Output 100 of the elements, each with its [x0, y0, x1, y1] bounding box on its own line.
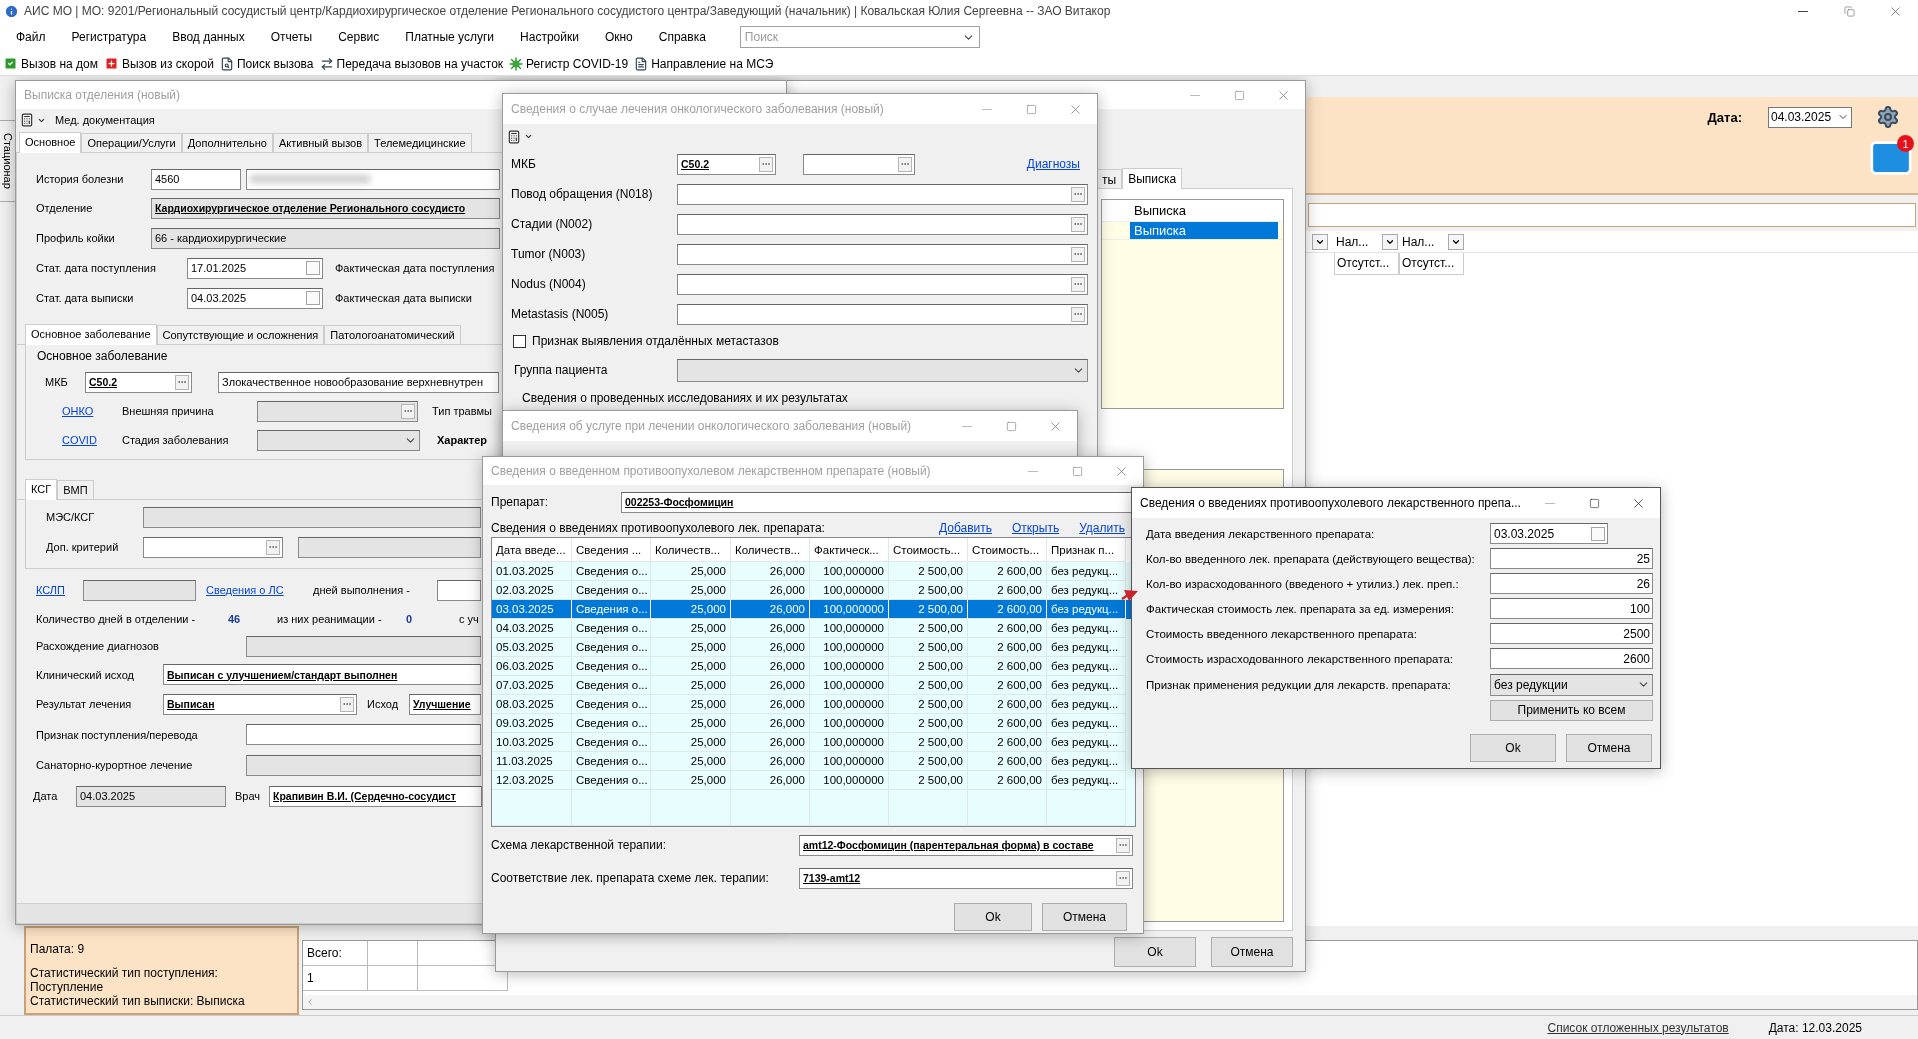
table-cell: 2 600,00	[968, 752, 1047, 771]
field-label: Tumor (N003)	[511, 247, 587, 261]
field-label: Кол-во введенного лек. препарата (действующего вещества):	[1146, 552, 1476, 565]
table-cell: 2 600,00	[968, 619, 1047, 638]
table-cell: 2 500,00	[889, 752, 968, 771]
table-cell: 100,000000	[810, 752, 889, 771]
window-title: Сведения о случае лечения онкологического заболевания (новый)	[511, 102, 885, 116]
field-label: Фактическая стоимость лек. препарата за ед. измерения:	[1146, 602, 1455, 615]
field-label: Схема лекарственной терапии:	[491, 838, 667, 852]
table-cell: 2 600,00	[968, 657, 1047, 676]
field-label: Клинический исход	[36, 668, 135, 681]
table-cell: 2 600,00	[968, 695, 1047, 714]
value-text: 46	[228, 612, 242, 625]
column-header: Выписка	[1133, 202, 1188, 220]
field-label: Отделение	[36, 202, 94, 214]
date-label: Дата:	[1707, 109, 1742, 125]
table-cell: 12.03.2025	[492, 771, 572, 790]
field-label: Дата введения лекарственного препарата:	[1146, 527, 1376, 540]
table-cell: без редукц...	[1047, 676, 1126, 695]
info-text: Статистический тип поступления:	[30, 966, 219, 980]
table-cell: без редукц...	[1047, 771, 1126, 790]
table-cell: Всего:	[303, 941, 368, 966]
field-label: Соответствие лек. препарата схеме лек. терапии:	[491, 871, 770, 885]
table-cell: 100,000000	[810, 676, 889, 695]
section-label: Сведения о введениях противоопухолевого лек. препарата:	[491, 521, 825, 535]
field-label: Стат. дата выписки	[36, 292, 135, 304]
field-label: Результат лечения	[36, 698, 133, 710]
column-header: Нал...	[1401, 234, 1436, 249]
column-header: Количеств...	[651, 538, 731, 562]
table-cell: 25,000	[651, 752, 731, 771]
table-cell: Сведения о...	[572, 714, 651, 733]
field-label: Стоимость введенного лекарственного препарата:	[1146, 627, 1418, 640]
table-cell: 06.03.2025	[492, 657, 572, 676]
table-cell: 25,000	[651, 714, 731, 733]
table-cell: 05.03.2025	[492, 638, 572, 657]
status-text: Дата: 12.03.2025	[1768, 1020, 1862, 1035]
field-label: Metastasis (N005)	[511, 307, 610, 321]
field-label: МКБ	[511, 157, 537, 171]
table-cell: 26,000	[731, 619, 810, 638]
field-label: МЭС/КСГ	[46, 511, 96, 523]
window-title: Сведения о введениях противоопухолевого лекарственного препа...	[1140, 496, 1522, 510]
table-cell: 25,000	[651, 619, 731, 638]
table-cell: 100,000000	[810, 771, 889, 790]
table-cell: 11.03.2025	[492, 752, 572, 771]
table-cell: 07.03.2025	[492, 676, 572, 695]
field-label: История болезни	[36, 173, 125, 185]
info-text: Палата: 9	[30, 942, 86, 956]
field-label: Количество дней в отделении -	[36, 612, 197, 625]
table-cell: 100,000000	[810, 695, 889, 714]
table-cell: без редукц...	[1047, 600, 1126, 619]
column-header: Сведения ...	[572, 538, 651, 562]
table-cell: 25,000	[651, 657, 731, 676]
table-cell: 10.03.2025	[492, 733, 572, 752]
table-cell: Сведения о...	[572, 771, 651, 790]
field-label: Стат. дата поступления	[36, 262, 157, 274]
field-label: Исход	[367, 698, 400, 710]
table-cell: 26,000	[731, 771, 810, 790]
field-label: Санаторно-курортное лечение	[36, 759, 194, 771]
table-cell: Сведения о...	[572, 657, 651, 676]
field-label: Врач	[235, 790, 262, 802]
field-label: Расхождение диагнозов	[36, 640, 160, 652]
field-label: Nodus (N004)	[511, 277, 587, 291]
field-label: Признак поступления/перевода	[36, 728, 199, 741]
field-label: МКБ	[45, 376, 69, 388]
window-title: Сведения об услуге при лечении онкологического заболевания (новый)	[511, 419, 913, 433]
table-cell: без редукц...	[1047, 695, 1126, 714]
table-cell: 100,000000	[810, 619, 889, 638]
field-label: Профиль койки	[36, 232, 116, 244]
column-header: Количеств...	[731, 538, 810, 562]
field-label: Стадии (N002)	[511, 217, 594, 231]
table-cell: 26,000	[731, 733, 810, 752]
table-cell: 2 500,00	[889, 714, 968, 733]
field-label: Повод обращения (N018)	[511, 187, 654, 201]
field-label: Доп. критерий	[46, 541, 120, 553]
table-cell: 01.03.2025	[492, 562, 572, 581]
table-cell: 2 500,00	[889, 733, 968, 752]
column-header: Нал...	[1335, 234, 1370, 249]
table-cell: 25,000	[651, 562, 731, 581]
table-cell: 26,000	[731, 657, 810, 676]
table-cell: 2 600,00	[968, 600, 1047, 619]
column-header: Дата введе...	[492, 538, 572, 562]
table-cell: 26,000	[731, 676, 810, 695]
table-cell: 2 500,00	[889, 676, 968, 695]
table-cell: 2 500,00	[889, 657, 968, 676]
window-title: АИС МО | МО: 9201/Региональный сосудистый центр/Кардиохирургическое отделение Регионального сосудистого центра/Заведующий (начальник) | Ковальская Юлия Сергеевна -- ЗАО Витакор	[24, 4, 1112, 18]
info-text: Поступление	[30, 980, 105, 994]
table-cell: без редукц...	[1047, 638, 1126, 657]
table-cell: 04.03.2025	[492, 619, 572, 638]
field-label: Признак применения редукции для лекарств. препарата:	[1146, 678, 1452, 691]
field-label: Характер	[437, 434, 488, 446]
table-cell: 1	[303, 966, 368, 991]
column-header: Стоимость...	[889, 538, 968, 562]
field-label: Дата	[33, 790, 59, 802]
table-cell: без редукц...	[1047, 619, 1126, 638]
table-cell: 26,000	[731, 638, 810, 657]
window-title: Выписка отделения (новый)	[24, 88, 181, 102]
table-cell: 25,000	[651, 638, 731, 657]
field-label: Группа пациента	[514, 363, 609, 377]
table-cell: 09.03.2025	[492, 714, 572, 733]
table-cell: 2 500,00	[889, 771, 968, 790]
